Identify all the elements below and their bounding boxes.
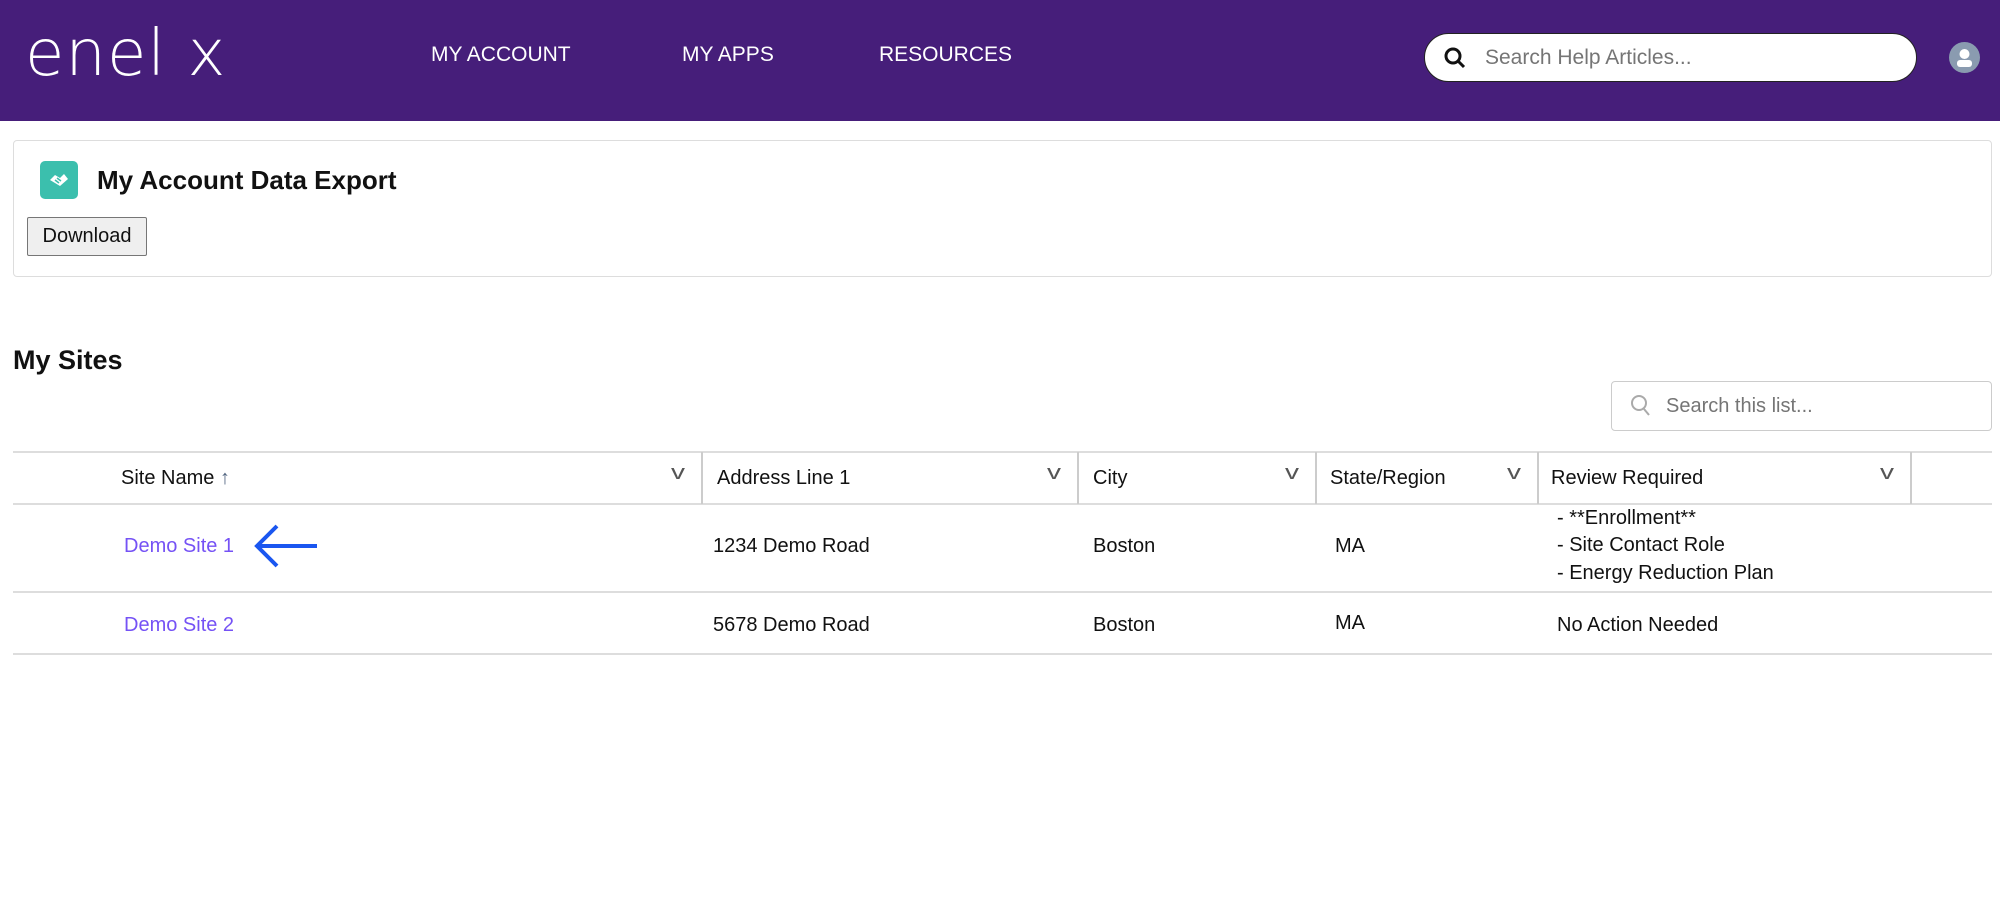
row-divider xyxy=(13,591,1992,593)
chevron-down-icon[interactable]: v xyxy=(671,462,685,485)
column-header-address[interactable]: Address Line 1 xyxy=(717,465,850,491)
column-divider[interactable] xyxy=(1537,452,1539,504)
row-divider xyxy=(13,653,1992,655)
chevron-down-icon[interactable]: v xyxy=(1047,462,1061,485)
address-cell: 5678 Demo Road xyxy=(713,614,870,636)
column-divider[interactable] xyxy=(1077,452,1079,504)
download-button[interactable]: Download xyxy=(27,217,147,256)
review-cell-line: - **Enrollment** xyxy=(1557,507,1696,529)
review-cell-line: - Energy Reduction Plan xyxy=(1557,562,1774,584)
search-icon xyxy=(1444,47,1466,68)
data-export-card xyxy=(13,140,1992,277)
arrow-left-icon xyxy=(254,524,317,568)
address-cell: 1234 Demo Road xyxy=(713,535,870,557)
search-icon xyxy=(1631,395,1650,416)
state-cell: MA xyxy=(1335,612,1365,634)
user-avatar-icon[interactable] xyxy=(1949,42,1980,73)
list-search-box[interactable] xyxy=(1611,381,1992,431)
card-title: My Account Data Export xyxy=(97,165,397,195)
column-divider[interactable] xyxy=(1315,452,1317,504)
site-link[interactable]: Demo Site 2 xyxy=(124,612,234,638)
column-header-city[interactable]: City xyxy=(1093,465,1127,491)
handshake-icon xyxy=(40,161,78,199)
review-cell-line: - Site Contact Role xyxy=(1557,534,1725,556)
nav-my-account[interactable]: MY ACCOUNT xyxy=(431,42,571,68)
state-cell: MA xyxy=(1335,535,1365,557)
my-sites-title: My Sites xyxy=(13,345,123,375)
column-header-review[interactable]: Review Required xyxy=(1551,465,1703,491)
city-cell: Boston xyxy=(1093,614,1156,636)
city-cell: Boston xyxy=(1093,535,1156,557)
chevron-down-icon[interactable]: v xyxy=(1507,462,1521,485)
table-top-border xyxy=(13,451,1992,453)
enel-x-logo[interactable]: enel x xyxy=(25,22,226,86)
column-header-site-name[interactable]: Site Name ↑ xyxy=(121,465,230,491)
column-divider[interactable] xyxy=(701,452,703,504)
nav-my-apps[interactable]: MY APPS xyxy=(682,42,774,68)
help-search-box[interactable] xyxy=(1424,33,1917,82)
review-cell-line: No Action Needed xyxy=(1557,614,1719,636)
nav-resources[interactable]: RESOURCES xyxy=(879,42,1012,68)
chevron-down-icon[interactable]: v xyxy=(1880,462,1894,485)
chevron-down-icon[interactable]: v xyxy=(1285,462,1299,485)
list-search-input[interactable] xyxy=(1666,394,1986,418)
column-label: Site Name xyxy=(121,467,215,489)
sort-ascending-icon: ↑ xyxy=(219,467,230,489)
site-link[interactable]: Demo Site 1 xyxy=(124,533,234,559)
column-header-state[interactable]: State/Region xyxy=(1330,465,1446,491)
help-search-input[interactable] xyxy=(1485,45,1885,70)
column-divider[interactable] xyxy=(1910,452,1912,504)
